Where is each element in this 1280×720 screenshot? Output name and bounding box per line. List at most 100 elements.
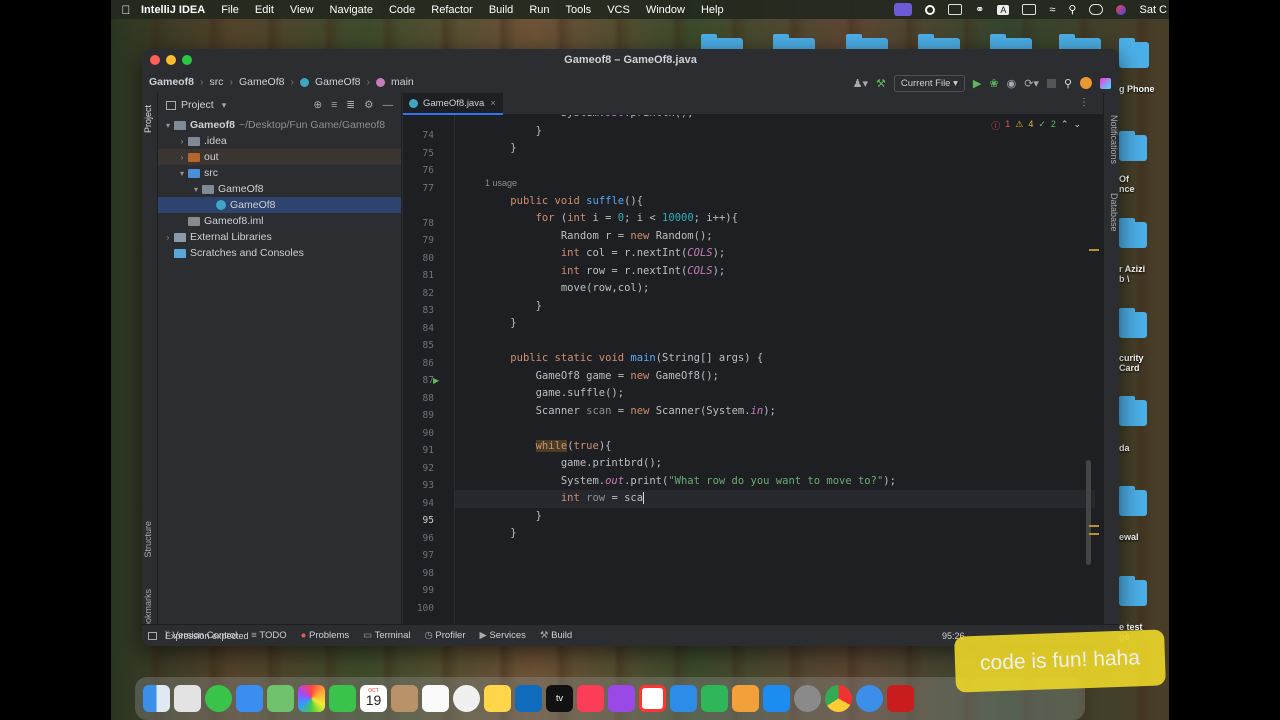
tree-item-scratches-and-consoles[interactable]: Scratches and Consoles [158, 245, 401, 261]
menu-window[interactable]: Window [646, 4, 685, 16]
editor-tab-gameof8[interactable]: GameOf8.java × [403, 93, 503, 115]
chevron-down-icon[interactable]: ▾ [176, 169, 188, 178]
wifi-icon[interactable]: ≈ [1049, 4, 1055, 16]
debug-icon[interactable]: ❀ [989, 77, 998, 90]
code-line[interactable]: int row = r.nextInt(COLS); [485, 263, 725, 281]
desktop-folder-icon[interactable] [1119, 308, 1147, 338]
tree-item-out[interactable]: › out [158, 149, 401, 165]
tree-item-src[interactable]: ▾ src [158, 165, 401, 181]
battery-icon[interactable] [1022, 4, 1037, 15]
system-settings-icon[interactable] [794, 685, 821, 712]
locate-icon[interactable]: ⊕ [313, 99, 322, 111]
keyboard-input-icon[interactable]: A [997, 4, 1010, 15]
chevron-down-icon[interactable]: ▾ [222, 100, 227, 111]
tree-item-gameof8[interactable]: GameOf8 [158, 197, 401, 213]
tool-tab-structure[interactable]: Structure [143, 521, 157, 558]
run-icon[interactable]: ▶ [973, 77, 981, 90]
numbers-icon[interactable] [701, 685, 728, 712]
desktop-folder-icon[interactable] [1119, 38, 1149, 68]
more-run-icon[interactable]: ⟳▾ [1024, 77, 1039, 90]
keynote-icon[interactable] [670, 685, 697, 712]
code-line[interactable]: Random r = new Random(); [485, 228, 713, 246]
code-line[interactable]: Scanner scan = new Scanner(System.in); [485, 403, 776, 421]
chevron-right-icon[interactable]: › [176, 153, 188, 162]
close-window-button[interactable] [150, 55, 160, 65]
news-icon[interactable] [639, 685, 666, 712]
menu-view[interactable]: View [290, 4, 314, 16]
breadcrumb-method[interactable]: main [391, 76, 414, 88]
search-icon[interactable]: ⚲ [1068, 3, 1076, 16]
menu-navigate[interactable]: Navigate [330, 4, 373, 16]
code-line[interactable]: for (int i = 0; i < 10000; i++){ [485, 210, 738, 228]
tv-icon[interactable]: tv [546, 685, 573, 712]
desktop-folder-icon[interactable] [1119, 218, 1147, 248]
code-line[interactable]: } [485, 315, 516, 333]
chevron-down-icon[interactable]: ▾ [190, 185, 202, 194]
menu-file[interactable]: File [221, 4, 239, 16]
minimize-window-button[interactable] [166, 55, 176, 65]
code-line[interactable]: System.out.print("What row do you want t… [485, 473, 896, 491]
menu-run[interactable]: Run [529, 4, 549, 16]
messages-icon[interactable] [205, 685, 232, 712]
update-icon[interactable] [1080, 77, 1092, 89]
chrome-icon[interactable] [825, 685, 852, 712]
apple-menu-icon[interactable]:  [111, 3, 141, 17]
code-line[interactable]: public static void main(String[] args) { [485, 350, 763, 368]
desktop-folder-icon[interactable] [1119, 576, 1147, 606]
calendar-icon[interactable]: OCT 19 [360, 685, 387, 712]
acrobat-icon[interactable] [887, 685, 914, 712]
run-gutter-icon[interactable]: ▶ [433, 372, 439, 390]
chevron-down-icon[interactable]: ⌄ [1073, 119, 1081, 132]
contacts-icon[interactable] [391, 685, 418, 712]
maps-icon[interactable] [267, 685, 294, 712]
coverage-icon[interactable]: ◉ [1007, 77, 1017, 90]
siri-icon[interactable] [1116, 4, 1127, 15]
tree-item-gameof8[interactable]: ▾ GameOf8 [158, 181, 401, 197]
more-options-icon[interactable]: ⋮ [1079, 97, 1089, 108]
desktop-folder-icon[interactable] [1119, 486, 1147, 516]
code-line[interactable]: game.printbrd(); [485, 455, 662, 473]
expand-all-icon[interactable]: ≡ [331, 99, 337, 111]
safari-icon[interactable] [856, 685, 883, 712]
menu-edit[interactable]: Edit [255, 4, 274, 16]
headphones-icon[interactable]: ⚭ [975, 3, 984, 16]
project-view-select[interactable]: Project [181, 99, 214, 111]
tool-tab-notifications[interactable]: Notifications [1105, 115, 1119, 164]
display-icon[interactable] [948, 4, 963, 15]
code-line[interactable]: while(true){ [485, 438, 611, 456]
whatsapp-icon[interactable] [453, 685, 480, 712]
finder-icon[interactable] [143, 685, 170, 712]
launchpad-icon[interactable] [174, 685, 201, 712]
usage-hint[interactable]: 1 usage [485, 175, 517, 193]
outlook-icon[interactable] [515, 685, 542, 712]
control-center-icon[interactable] [1089, 4, 1104, 15]
collapse-all-icon[interactable]: ≣ [346, 99, 355, 111]
breadcrumb-package[interactable]: GameOf8 [239, 76, 285, 88]
inspection-widget[interactable]: ⓘ 1 ⚠ 4 ✓ 2 ⌃ ⌄ [991, 119, 1081, 132]
breadcrumb-src[interactable]: src [209, 76, 223, 88]
code-line[interactable]: public void suffle(){ [485, 193, 643, 211]
tool-tab-database[interactable]: Database [1105, 193, 1119, 232]
close-tab-icon[interactable]: × [490, 98, 496, 109]
code-area[interactable]: ⓘ 1 ⚠ 4 ✓ 2 ⌃ ⌄ 1 usage System.out.println(… [455, 115, 1103, 624]
account-icon[interactable]: ♟▾ [853, 77, 868, 90]
reminders-icon[interactable] [422, 685, 449, 712]
zoom-window-button[interactable] [182, 55, 192, 65]
tree-item-external-libraries[interactable]: › External Libraries [158, 229, 401, 245]
podcasts-icon[interactable] [608, 685, 635, 712]
chevron-up-icon[interactable]: ⌃ [1061, 119, 1069, 132]
menu-code[interactable]: Code [389, 4, 415, 16]
code-line[interactable]: } [485, 123, 542, 141]
code-line[interactable]: move(row,col); [485, 280, 650, 298]
breadcrumb-class[interactable]: GameOf8 [315, 76, 361, 88]
code-line[interactable]: } [485, 508, 542, 526]
photos-icon[interactable] [298, 685, 325, 712]
run-configuration-select[interactable]: Current File ▾ [893, 74, 965, 92]
clock[interactable]: Sat C [1139, 4, 1167, 16]
build-hammer-icon[interactable]: ⚒ [876, 77, 886, 90]
stop-icon[interactable] [1046, 78, 1056, 88]
tool-tab-project[interactable]: Project [143, 105, 157, 133]
music-icon[interactable] [577, 685, 604, 712]
search-everywhere-icon[interactable]: ⚲ [1064, 77, 1072, 90]
menu-tools[interactable]: Tools [566, 4, 592, 16]
